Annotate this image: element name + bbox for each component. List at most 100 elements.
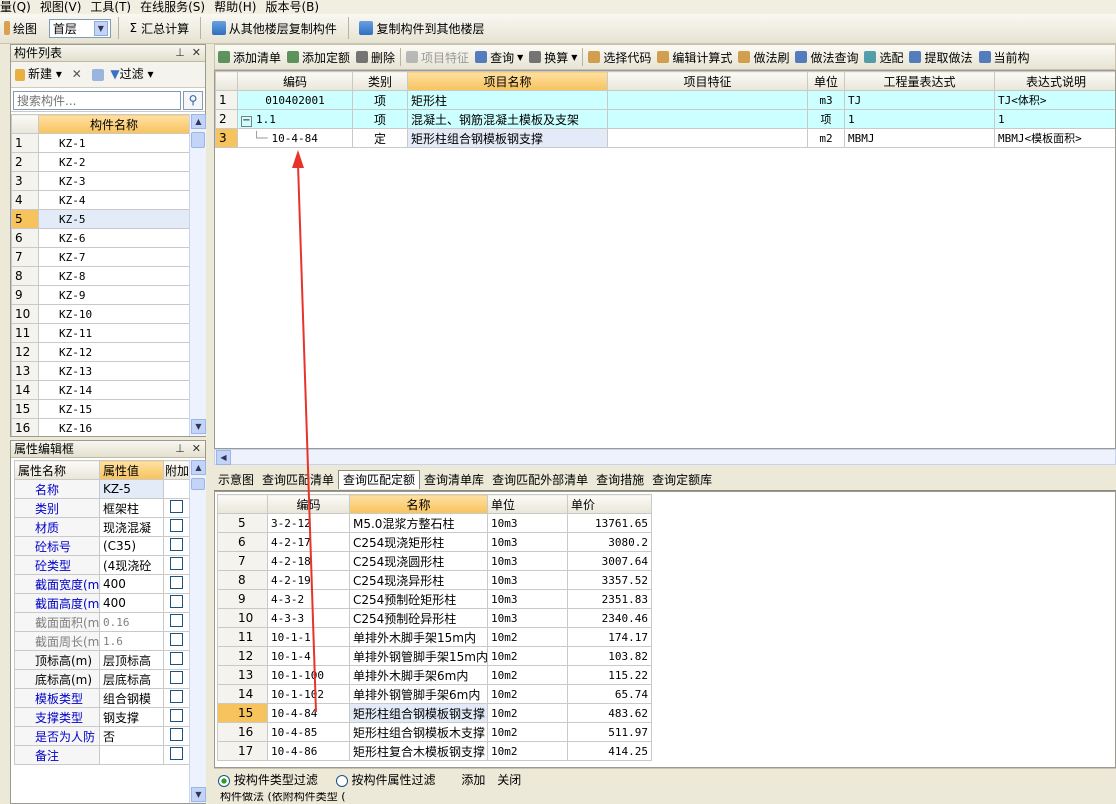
menu-item[interactable]: 视图(V) [40,1,91,13]
toolbar-button-7[interactable]: 编辑计算式 [654,45,735,69]
query-row[interactable]: 11 10-1-1 单排外木脚手架15m内 10m2 174.17 [217,627,652,647]
method-code[interactable]: └─ 10-4-84 [237,128,353,148]
property-row[interactable]: 截面高度(m 400 [14,593,189,613]
close-button[interactable]: 关闭 [497,773,521,787]
toolbar-button-1[interactable]: 添加定额 [284,45,353,69]
method-row[interactable]: 3 └─ 10-4-84 定矩形柱组合钢模板钢支撑 m2 MBMJ MBMJ<模板面积> [215,128,1115,148]
component-row[interactable]: 7 KZ-7 [11,247,189,267]
component-row[interactable]: 4 KZ-4 [11,190,189,210]
scroll-up-icon[interactable]: ▲ [191,460,206,475]
scroll-up-icon[interactable]: ▲ [191,114,206,129]
property-scrollbar[interactable]: ▲ ▼ [189,460,206,803]
property-row[interactable]: 截面宽度(m 400 [14,574,189,594]
filter-button[interactable]: ▼过滤 ▾ [110,67,153,81]
panel-pin-close[interactable]: ⊥ ✕ [175,45,201,61]
method-code[interactable]: 010402001 [237,90,353,110]
toolbar-button-12[interactable]: 当前构 [976,45,1033,69]
menu-item[interactable]: 在线服务(S) [140,1,214,13]
checkbox[interactable] [170,595,183,608]
qcol-name-header[interactable]: 名称 [349,494,488,514]
col-type-header[interactable]: 类别 [352,71,408,91]
toolbar-button-6[interactable]: 选择代码 [585,45,654,69]
tab-2[interactable]: 查询匹配定额 [338,470,421,489]
checkbox[interactable] [170,519,183,532]
component-row[interactable]: 5 KZ-5 [11,209,189,229]
component-row[interactable]: 6 KZ-6 [11,228,189,248]
property-row[interactable]: 截面周长(m 1.6 [14,631,189,651]
query-row[interactable]: 6 4-2-17 C254现浇矩形柱 10m3 3080.2 [217,532,652,552]
property-row[interactable]: 砼类型 (4现浇砼 [14,555,189,575]
property-row[interactable]: 模板类型 组合钢模 [14,688,189,708]
method-expr[interactable]: MBMJ [844,128,995,148]
toolbar-button-3[interactable]: 项目特征 [403,45,472,69]
checkbox[interactable] [170,557,183,570]
toolbar-button-4[interactable]: 查询 ▼ [472,45,526,69]
scroll-down-icon[interactable]: ▼ [191,787,206,802]
component-row[interactable]: 12 KZ-12 [11,342,189,362]
property-row[interactable]: 截面面积(m 0.16 [14,612,189,632]
component-row[interactable]: 15 KZ-15 [11,399,189,419]
property-row[interactable]: 支撑类型 钢支撑 [14,707,189,727]
component-row[interactable]: 14 KZ-14 [11,380,189,400]
scroll-down-icon[interactable]: ▼ [191,419,206,434]
tab-4[interactable]: 查询匹配外部清单 [488,470,592,490]
top-hscrollbar[interactable]: ◀ [214,449,1116,465]
property-value[interactable]: 400 [99,593,164,613]
method-code[interactable]: −1.1 [237,109,353,129]
checkbox[interactable] [170,747,183,760]
checkbox[interactable] [170,652,183,665]
checkbox[interactable] [170,576,183,589]
add-button[interactable]: 添加 [461,773,485,787]
panel-pin-close[interactable]: ⊥ ✕ [175,441,201,457]
property-value[interactable]: KZ-5 [99,479,164,499]
menu-item[interactable]: 版本号(B) [265,1,328,13]
search-icon[interactable]: ⚲ [183,91,203,110]
query-row[interactable]: 16 10-4-85 矩形柱组合钢模板木支撑 10m2 511.97 [217,722,652,742]
component-list-scrollbar[interactable]: ▲ ▼ [189,114,206,436]
copy-icon[interactable] [91,67,107,81]
checkbox[interactable] [170,614,183,627]
checkbox[interactable] [170,728,183,741]
col-desc-header[interactable]: 表达式说明 [994,71,1115,91]
query-row[interactable]: 5 3-2-12 M5.0混浆方整石柱 10m3 13761.65 [217,513,652,533]
method-name[interactable]: 矩形柱 [407,90,608,110]
query-row[interactable]: 15 10-4-84 矩形柱组合钢模板钢支撑 10m2 483.62 [217,703,652,723]
property-row[interactable]: 材质 现浇混凝 [14,517,189,537]
tab-0[interactable]: 示意图 [214,470,258,490]
tab-1[interactable]: 查询匹配清单 [258,470,338,490]
method-feature[interactable] [607,90,808,110]
property-row[interactable]: 底标高(m) 层底标高 [14,669,189,689]
tab-5[interactable]: 查询措施 [592,470,648,490]
method-expr[interactable]: TJ [844,90,995,110]
method-name[interactable]: 混凝土、钢筋混凝土模板及支架 [407,109,608,129]
floor-select[interactable]: 首层 ▼ [48,18,111,38]
property-value[interactable]: 框架柱 [99,498,164,518]
delete-icon[interactable]: ✕ [72,67,82,81]
component-row[interactable]: 10 KZ-10 [11,304,189,324]
property-value[interactable]: 400 [99,574,164,594]
col-feature-header[interactable]: 项目特征 [607,71,808,91]
menu-item[interactable]: 工具(T) [90,1,140,13]
tab-3[interactable]: 查询清单库 [420,470,488,490]
property-value[interactable]: 层底标高 [99,669,164,689]
query-row[interactable]: 12 10-1-4 单排外钢管脚手架15m内 10m2 103.82 [217,646,652,666]
component-row[interactable]: 8 KZ-8 [11,266,189,286]
query-row[interactable]: 8 4-2-19 C254现浇异形柱 10m3 3357.52 [217,570,652,590]
filter-by-attr-radio[interactable]: 按构件属性过滤 [335,773,436,787]
component-row[interactable]: 3 KZ-3 [11,171,189,191]
col-name-header[interactable]: 项目名称 [407,71,608,91]
method-feature[interactable] [607,128,808,148]
query-row[interactable]: 10 4-3-3 C254预制砼异形柱 10m3 2340.46 [217,608,652,628]
summary-button[interactable]: Σ 汇总计算 [126,14,194,42]
method-expr[interactable]: 1 [844,109,995,129]
component-row[interactable]: 11 KZ-11 [11,323,189,343]
query-row[interactable]: 7 4-2-18 C254现浇圆形柱 10m3 3007.64 [217,551,652,571]
qcol-unit-header[interactable]: 单位 [487,494,568,514]
checkbox[interactable] [170,538,183,551]
scroll-left-icon[interactable]: ◀ [216,450,231,465]
new-component-button[interactable]: 新建 ▾ [15,67,62,81]
method-name[interactable]: 矩形柱组合钢模板钢支撑 [407,128,608,148]
filter-by-type-radio[interactable]: 按构件类型过滤 [218,773,318,787]
query-row[interactable]: 17 10-4-86 矩形柱复合木模板钢支撑 10m2 414.25 [217,741,652,761]
property-value[interactable]: 否 [99,726,164,746]
